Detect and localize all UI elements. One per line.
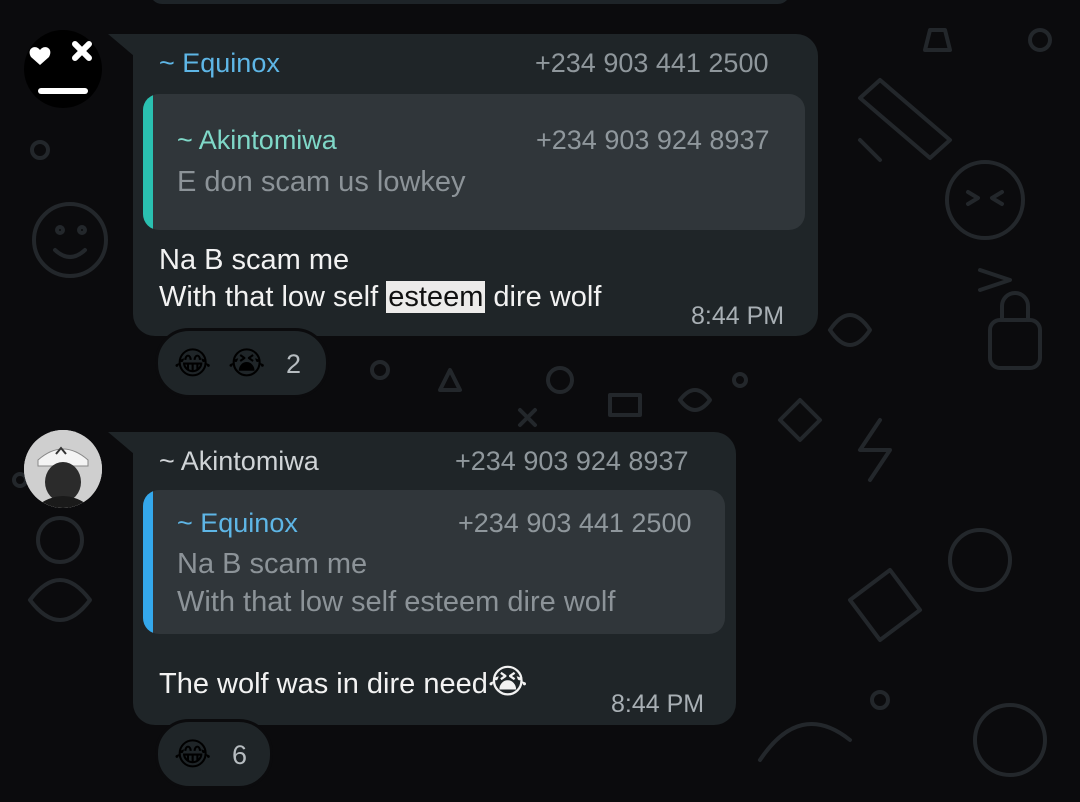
sender-phone: +234 903 924 8937 [455, 446, 689, 476]
message-bubble-equinox[interactable]: ~ Equinox +234 903 441 2500 ~ Akintomiwa… [133, 34, 818, 336]
reaction-count: 6 [232, 740, 248, 770]
quote-bar [143, 490, 153, 634]
selected-word-highlight[interactable]: esteem [386, 281, 486, 313]
heart-x-face-icon [29, 41, 92, 94]
message-text-line: The wolf was in dire need😭 [159, 662, 528, 702]
crying-emoji-icon: 😭 [487, 663, 528, 701]
akintomiwa-avatar[interactable] [24, 430, 102, 508]
quoted-text: E don scam us lowkey [177, 166, 466, 198]
joy-emoji-icon: 😂 [174, 345, 212, 381]
quoted-sender: ~ Equinox [177, 508, 298, 538]
quote-bar [143, 94, 153, 230]
quoted-text: Na B scam me [177, 548, 368, 580]
crying-emoji-icon: 😭 [228, 345, 266, 381]
sender-name[interactable]: ~ Akintomiwa [159, 446, 319, 477]
reaction-count: 2 [286, 349, 302, 379]
reactions-pill[interactable]: 😂 😭 2 [155, 328, 329, 398]
sender-name[interactable]: ~ Equinox [159, 48, 280, 79]
sender-phone: +234 903 441 2500 [535, 48, 769, 78]
bubble-tail [108, 34, 134, 56]
quoted-message[interactable]: ~ Equinox +234 903 441 2500 Na B scam me… [143, 490, 725, 634]
quoted-phone: +234 903 441 2500 [458, 508, 692, 538]
equinox-avatar[interactable] [24, 30, 102, 108]
message-text-segment: With that low self [159, 281, 387, 313]
message-bubble-akintomiwa[interactable]: ~ Akintomiwa +234 903 924 8937 ~ Equinox… [133, 432, 736, 725]
quoted-phone: +234 903 924 8937 [536, 125, 770, 155]
quoted-message[interactable]: ~ Akintomiwa +234 903 924 8937 E don sca… [143, 94, 805, 230]
quoted-text: With that low self esteem dire wolf [177, 586, 616, 618]
quoted-sender: ~ Akintomiwa [177, 125, 337, 155]
joy-emoji-icon: 😂 [174, 736, 212, 772]
reactions-pill[interactable]: 😂 6 [155, 719, 273, 789]
message-text-line: With that low self esteem dire wolf [159, 281, 601, 314]
message-time: 8:44 PM [691, 302, 785, 330]
message-time: 8:44 PM [611, 690, 705, 718]
message-text-line: Na B scam me [159, 244, 350, 276]
message-text-segment: dire wolf [485, 281, 602, 313]
message-text-segment: The wolf was in dire need [159, 668, 488, 700]
previous-message-edge [150, 0, 790, 4]
bubble-tail [108, 432, 134, 454]
profile-photo-icon [24, 430, 102, 508]
